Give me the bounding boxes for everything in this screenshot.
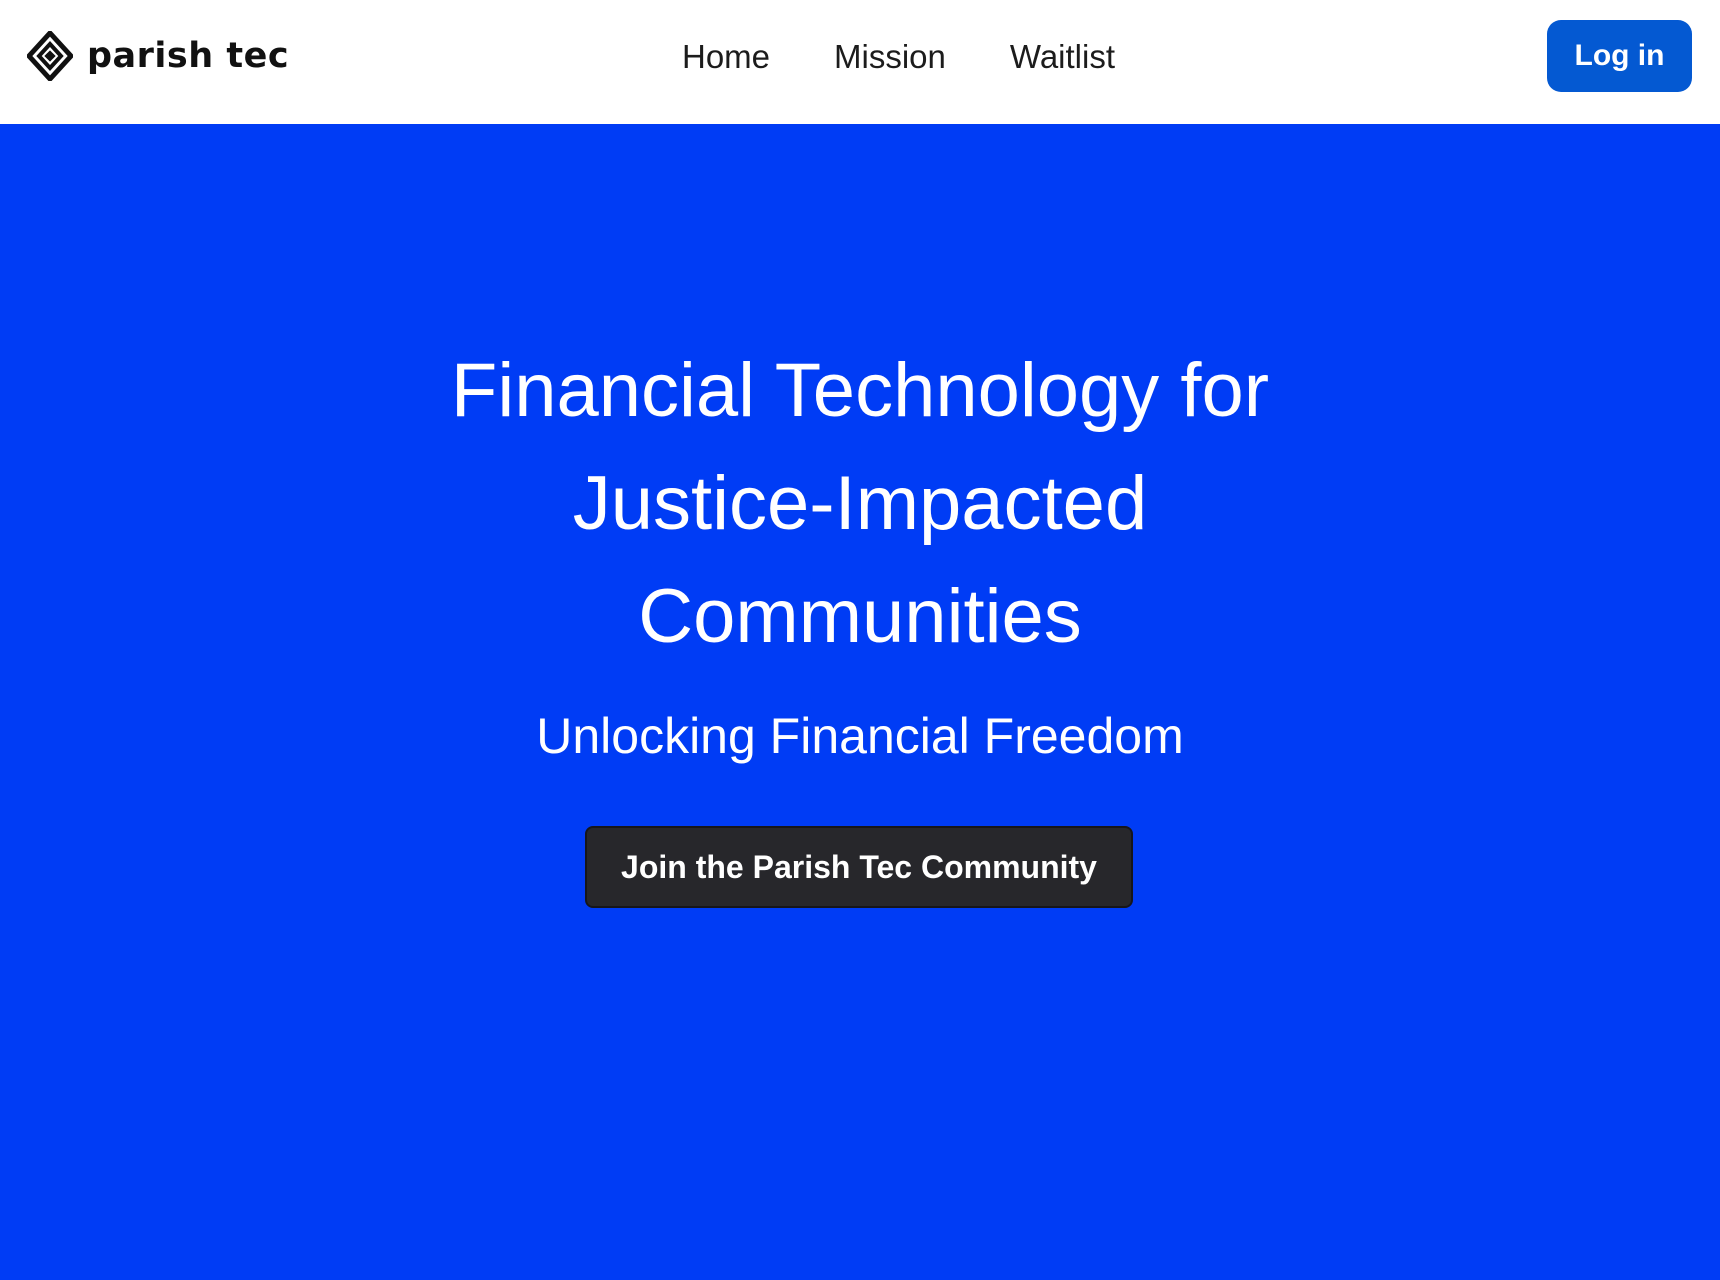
brand-name: parish tec — [87, 35, 290, 76]
nav-link-mission[interactable]: Mission — [834, 40, 946, 73]
hero-section: Financial Technology for Justice-Impacte… — [0, 124, 1720, 1280]
nav-link-waitlist[interactable]: Waitlist — [1010, 40, 1115, 73]
top-navbar: parish tec Home Mission Waitlist Log in — [0, 0, 1720, 124]
join-community-button[interactable]: Join the Parish Tec Community — [585, 826, 1133, 908]
login-button[interactable]: Log in — [1547, 20, 1692, 92]
page: parish tec Home Mission Waitlist Log in … — [0, 0, 1720, 1280]
brand-logo-link[interactable]: parish tec — [27, 28, 289, 84]
nav-link-home[interactable]: Home — [682, 40, 770, 73]
hero-title: Financial Technology for Justice-Impacte… — [450, 348, 1270, 659]
diamond-logo-icon — [27, 31, 73, 81]
main-nav: Home Mission Waitlist — [682, 30, 1115, 82]
hero-subtitle: Unlocking Financial Freedom — [536, 708, 1184, 764]
